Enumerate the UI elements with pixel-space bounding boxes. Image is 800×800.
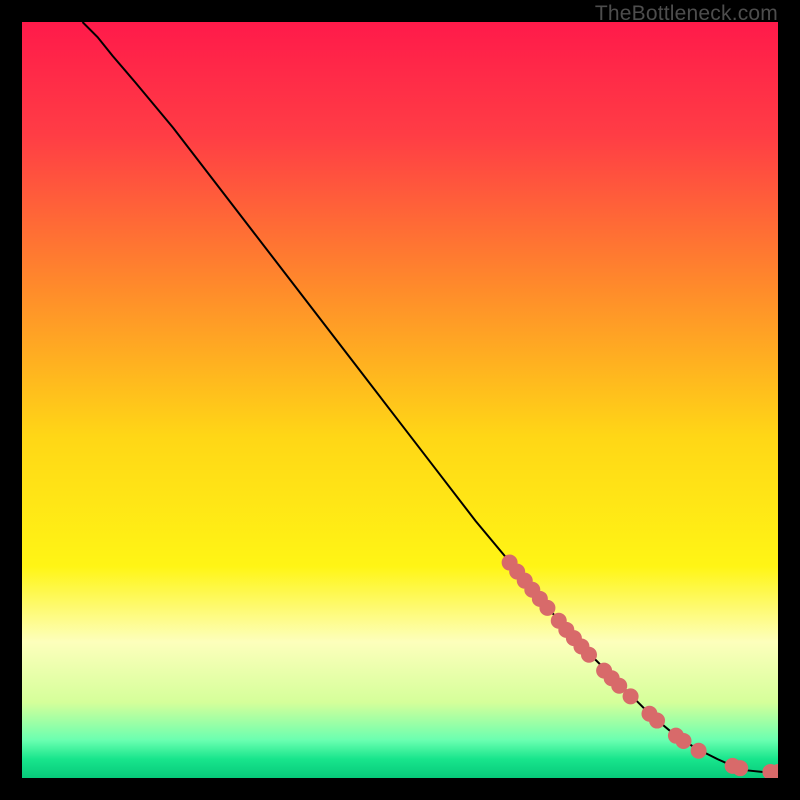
data-marker [732, 760, 748, 776]
data-marker [676, 733, 692, 749]
chart-svg [22, 22, 778, 778]
data-marker [649, 713, 665, 729]
data-marker [539, 600, 555, 616]
data-marker [581, 647, 597, 663]
data-marker [623, 688, 639, 704]
chart-frame: TheBottleneck.com [0, 0, 800, 800]
data-marker [691, 743, 707, 759]
gradient-background [22, 22, 778, 778]
plot-area [22, 22, 778, 778]
